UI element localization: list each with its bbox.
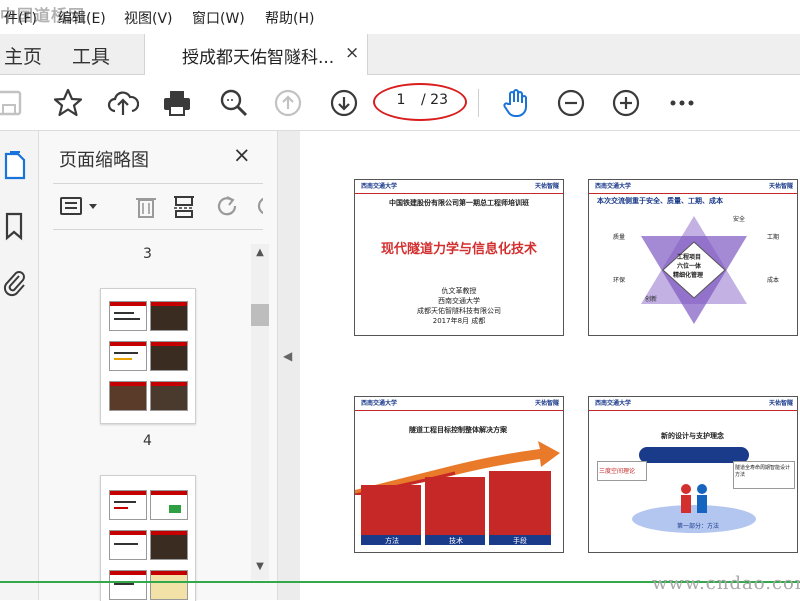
- tab-close-icon[interactable]: ×: [345, 43, 359, 63]
- menu-file[interactable]: 件(F): [4, 8, 37, 28]
- university-logo: 西南交通大学: [361, 183, 398, 190]
- tab-bar: 主页 工具: [0, 34, 800, 75]
- scroll-up-arrow-icon[interactable]: ▲: [251, 247, 269, 263]
- panel-title: 页面缩略图: [59, 150, 149, 171]
- col-label-means: 手段: [513, 537, 527, 545]
- zoom-search-icon[interactable]: [218, 87, 250, 119]
- delete-page-icon[interactable]: [133, 193, 159, 219]
- rotate-left-icon[interactable]: [215, 193, 241, 219]
- slide-2: 西南交通大学 天佑智隧 本次交流侧重于安全、质量、工期、成本 工程项目 六位一体…: [588, 179, 798, 336]
- tab-home[interactable]: 主页: [4, 42, 42, 69]
- slide-org-1: 西南交通大学: [438, 297, 480, 305]
- toolbar-separator: [478, 89, 479, 117]
- page-label-4: 4: [143, 433, 152, 449]
- label-innovation: 创新: [645, 296, 658, 303]
- university-logo: 西南交通大学: [595, 183, 632, 190]
- slide-heading: 本次交流侧重于安全、质量、工期、成本: [597, 197, 723, 205]
- center-label-3: 精细化管理: [673, 272, 704, 279]
- label-environment: 环保: [613, 277, 626, 284]
- tab-document[interactable]: 授成都天佑智隧科... ×: [144, 34, 368, 75]
- slide-header: 西南交通大学 天佑智隧: [589, 180, 797, 194]
- col-box-means: [489, 471, 551, 537]
- menu-help[interactable]: 帮助(H): [265, 8, 314, 28]
- company-logo: 天佑智隧: [534, 400, 559, 407]
- slide-header: 西南交通大学 天佑智隧: [355, 180, 563, 194]
- rotate-right-icon[interactable]: [253, 193, 263, 219]
- university-logo: 西南交通大学: [595, 400, 632, 407]
- label-quality: 质量: [613, 234, 626, 241]
- panel-collapse-strip[interactable]: ◀: [277, 131, 301, 600]
- hand-icon[interactable]: [500, 87, 532, 119]
- extract-page-icon[interactable]: [171, 193, 197, 219]
- thumbnail-options-icon[interactable]: [59, 193, 85, 219]
- panel-divider: [53, 229, 263, 230]
- right-concept: 隧道全寿命周期智能设计方法: [735, 465, 791, 478]
- zoom-in-icon[interactable]: [610, 87, 642, 119]
- slide-heading: 隧道工程目标控制整体解决方案: [409, 426, 507, 434]
- more-icon[interactable]: [666, 87, 698, 119]
- prev-page-icon[interactable]: [272, 87, 304, 119]
- section-label: 第一部分：方法: [677, 523, 720, 530]
- cloud-upload-icon[interactable]: [107, 87, 140, 119]
- col-box-method: [361, 485, 421, 537]
- page-label-3: 3: [143, 246, 152, 262]
- panel-close-icon[interactable]: ×: [233, 143, 251, 167]
- save-icon[interactable]: [0, 87, 26, 119]
- slide-3: 西南交通大学 天佑智隧 隧道工程目标控制整体解决方案 方法 技术 手段: [354, 396, 564, 553]
- star-icon[interactable]: [52, 87, 84, 119]
- slide-date: 2017年8月 成都: [432, 317, 486, 325]
- company-logo: 天佑智隧: [768, 183, 793, 190]
- thumbnail-panel: 页面缩略图 × 3 4 ▲ ▼: [39, 131, 277, 601]
- menu-window[interactable]: 窗口(W): [192, 8, 245, 28]
- collapse-left-icon[interactable]: ◀: [283, 349, 292, 363]
- company-logo: 天佑智隧: [768, 400, 793, 407]
- print-icon[interactable]: [161, 87, 193, 119]
- next-page-icon[interactable]: [328, 87, 360, 119]
- university-logo: 西南交通大学: [361, 400, 398, 407]
- menu-view[interactable]: 视图(V): [124, 8, 173, 28]
- chevron-down-icon[interactable]: [87, 193, 101, 219]
- scrollbar-thumb[interactable]: [251, 304, 269, 326]
- tab-tools[interactable]: 工具: [72, 42, 110, 69]
- col-label-method: 方法: [385, 537, 399, 545]
- slide-header: 西南交通大学 天佑智隧: [355, 397, 563, 411]
- bookmark-icon[interactable]: [2, 211, 28, 241]
- toolbar: 1 / 23: [0, 75, 800, 131]
- attachment-icon[interactable]: [2, 267, 28, 297]
- slide-heading: 新的设计与支护理念: [661, 432, 724, 440]
- slide-title: 现代隧道力学与信息化技术: [380, 242, 537, 257]
- col-label-technology: 技术: [449, 537, 463, 545]
- label-schedule: 工期: [767, 234, 780, 241]
- slide-header: 西南交通大学 天佑智隧: [589, 397, 797, 411]
- company-logo: 天佑智隧: [534, 183, 559, 190]
- label-safety: 安全: [733, 216, 746, 223]
- page-thumbnails-icon[interactable]: [2, 151, 28, 181]
- slide-org-2: 成都天佑智隧科技有限公司: [417, 307, 501, 315]
- zoom-out-icon[interactable]: [555, 87, 587, 119]
- red-highlight-oval: [373, 83, 467, 121]
- menu-bar: 中国道桥网 件(F) 编辑(E) 视图(V) 窗口(W) 帮助(H): [0, 0, 800, 35]
- document-area: 西南交通大学 天佑智隧 中国铁建股份有限公司第一期总工程师培训班 现代隧道力学与…: [300, 131, 800, 600]
- tab-document-title: 授成都天佑智隧科...: [182, 48, 335, 68]
- scroll-down-arrow-icon[interactable]: ▼: [251, 561, 269, 577]
- col-box-technology: [425, 477, 485, 537]
- panel-divider: [53, 183, 263, 184]
- slide-subtitle: 中国铁建股份有限公司第一期总工程师培训班: [389, 199, 529, 207]
- slide-author: 仇文革教授: [441, 287, 477, 295]
- slide-4: 西南交通大学 天佑智隧 新的设计与支护理念 三度空间理论 隧道全寿命周期智能设计…: [588, 396, 798, 553]
- thumbnail-scrollbar[interactable]: [251, 244, 269, 580]
- left-concept: 三度空间理论: [599, 468, 636, 475]
- page-thumbnail-3[interactable]: [100, 288, 196, 424]
- center-label-1: 工程项目: [677, 254, 702, 261]
- menu-edit[interactable]: 编辑(E): [58, 8, 106, 28]
- slide-1: 西南交通大学 天佑智隧 中国铁建股份有限公司第一期总工程师培训班 现代隧道力学与…: [354, 179, 564, 336]
- watermark-bottom: www.cndao.com: [652, 573, 800, 594]
- left-rail: [0, 131, 39, 600]
- label-cost: 成本: [767, 277, 780, 284]
- center-label-2: 六位一体: [677, 263, 702, 270]
